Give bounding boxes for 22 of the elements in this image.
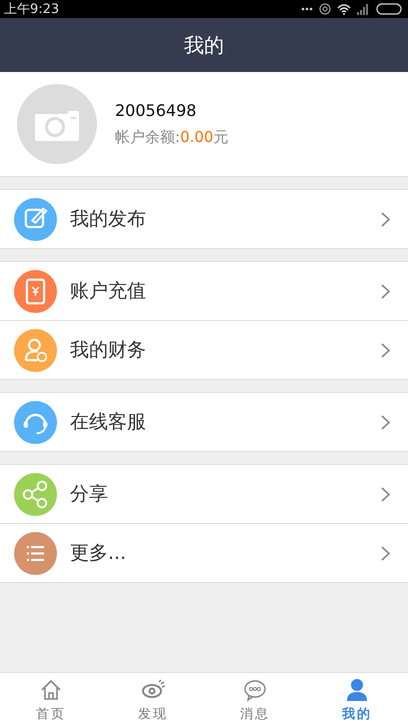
menu-item[interactable]: 分享: [0, 465, 408, 523]
chevron-icon: [381, 414, 390, 430]
battery-icon: [376, 3, 402, 15]
chevron-icon: [381, 284, 390, 298]
menu-item[interactable]: 账户充值: [0, 262, 408, 320]
chevron-icon: [381, 486, 390, 502]
chevron-icon: [381, 546, 390, 560]
menu-item[interactable]: 我的财务: [0, 320, 408, 379]
menu-item[interactable]: 我的发布: [0, 190, 408, 248]
signal-icon: [357, 3, 370, 15]
menu-item[interactable]: 在线客服: [0, 393, 408, 451]
menu-item[interactable]: 更多...: [0, 523, 408, 582]
page-title: 我的: [184, 32, 224, 58]
target-icon: [319, 3, 331, 15]
account-balance: 帐户余额:0.00元: [115, 128, 228, 147]
status-time: 上午9:23: [4, 1, 60, 18]
chevron-icon: [381, 212, 390, 226]
wifi-icon: [337, 3, 351, 15]
me-icon: [344, 676, 370, 702]
chevron-icon: [381, 342, 390, 358]
user-id: 20056498: [115, 101, 198, 120]
more-dots-icon: [301, 7, 313, 11]
